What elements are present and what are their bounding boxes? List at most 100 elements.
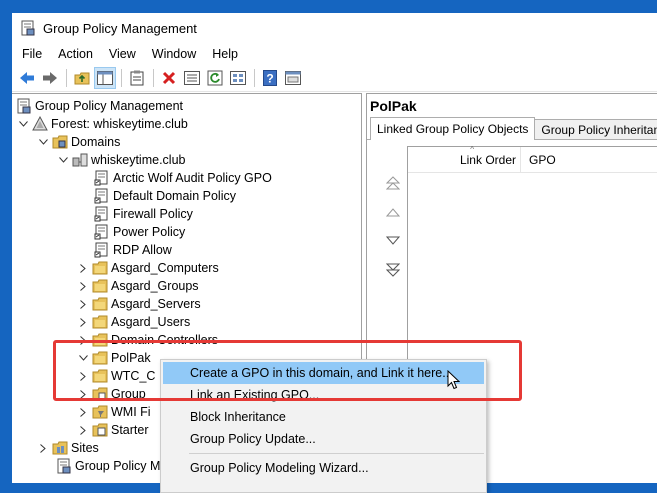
title-bar: Group Policy Management [12,13,657,43]
properties-icon [130,70,144,86]
chevron-right-icon[interactable] [76,333,90,347]
tree-label-ou: Group [111,387,146,401]
chevron-down-icon[interactable] [56,153,70,167]
tree-node-ou[interactable]: Asgard_Groups [76,277,199,295]
tree-node-ou[interactable]: Asgard_Users [76,313,190,331]
tree-node-gpo-link[interactable]: Power Policy [94,223,185,241]
forward-button[interactable] [39,67,61,89]
tree-label-ou: Asgard_Servers [111,297,201,311]
tree-node-starter-gpos[interactable]: Starter [76,421,149,439]
tree-node-ou[interactable]: Asgard_Servers [76,295,201,313]
tree-node-ou-polpak[interactable]: PolPak [76,349,151,367]
move-down-button[interactable] [383,231,403,251]
tree-node-root[interactable]: Group Policy Management [16,97,183,115]
tab-linked-gpos[interactable]: Linked Group Policy Objects [370,117,536,140]
up-folder-button[interactable] [71,67,93,89]
tree-node-domain[interactable]: whiskeytime.club [56,151,185,169]
tree-node-wmi-filters[interactable]: WMI Fi [76,403,151,421]
menu-view[interactable]: View [101,47,144,61]
menu-help[interactable]: Help [204,47,246,61]
details-button[interactable] [181,67,203,89]
ou-folder-icon [92,315,108,329]
console-button[interactable] [282,67,304,89]
export-button[interactable] [227,67,249,89]
help-button[interactable]: ? [259,67,281,89]
menu-item-block-inheritance[interactable]: Block Inheritance [161,406,486,428]
wmi-folder-icon [92,405,108,419]
tree-label-ou: PolPak [111,351,151,365]
tree-node-sites[interactable]: Sites [36,439,99,457]
column-label: Link Order [459,152,516,167]
move-up-button[interactable] [383,202,403,222]
menu-file[interactable]: File [14,47,50,61]
refresh-button[interactable] [204,67,226,89]
chevron-right-icon[interactable] [76,405,90,419]
tree-label-gpo: Power Policy [113,225,186,239]
chevron-right-icon[interactable] [76,315,90,329]
domain-icon [72,153,88,167]
show-tree-button[interactable] [94,67,116,89]
menu-item-link-existing-gpo[interactable]: Link an Existing GPO... [161,384,486,406]
window-title: Group Policy Management [43,20,197,36]
modeling-icon [57,458,71,474]
chevron-right-icon[interactable] [76,387,90,401]
tree-node-gpo-link[interactable]: Arctic Wolf Audit Policy GPO [94,169,272,187]
chevron-right-icon[interactable] [76,297,90,311]
down-arrow-icon [386,236,400,245]
chevron-right-icon[interactable] [76,279,90,293]
toolbar-separator [153,69,154,87]
details-icon [184,71,200,85]
column-header-gpo[interactable]: GPO [520,146,556,173]
tree-node-gpo-link[interactable]: Default Domain Policy [94,187,236,205]
chevron-right-icon[interactable] [76,423,90,437]
delete-button[interactable] [158,67,180,89]
gpo-link-icon [94,206,108,222]
show-tree-icon [97,71,113,85]
menu-item-modeling-wizard[interactable]: Group Policy Modeling Wizard... [161,457,486,479]
back-button[interactable] [16,67,38,89]
column-label: GPO [529,152,556,167]
tree-label-modeling: Group Policy M [75,459,161,473]
chevron-right-icon[interactable] [76,261,90,275]
gpmc-root-icon [17,98,31,114]
menu-action[interactable]: Action [50,47,101,61]
chevron-down-icon[interactable] [16,117,30,131]
tree-node-gpo-link[interactable]: RDP Allow [94,241,172,259]
tree-label-ou: Starter [111,423,149,437]
chevron-down-icon[interactable] [36,135,50,149]
gpo-link-icon [94,170,108,186]
move-bottom-button[interactable] [383,260,403,280]
tree-node-gpo-link[interactable]: Firewall Policy [94,205,193,223]
tree-label-sites: Sites [71,441,99,455]
forest-icon [32,116,48,131]
details-title: PolPak [367,94,657,118]
mouse-pointer-icon [447,370,460,390]
tab-inheritance[interactable]: Group Policy Inheritance [534,119,657,139]
toolbar-separator [66,69,67,87]
chevron-right-icon[interactable] [36,441,50,455]
tree-label-ou: WTC_C [111,369,156,383]
chevron-right-icon[interactable] [76,369,90,383]
tree-label-ou: WMI Fi [111,405,151,419]
menu-item-group-policy-update[interactable]: Group Policy Update... [161,428,486,450]
back-icon [20,72,34,84]
tree-node-ou[interactable]: WTC_C [76,367,155,385]
tree-node-ou[interactable]: Domain Controllers [76,331,218,349]
list-header: ^ Link Order GPO [408,145,657,173]
tree-node-group-policy-objects[interactable]: Group [76,385,146,403]
tree-node-forest[interactable]: Forest: whiskeytime.club [16,115,188,133]
menu-window[interactable]: Window [144,47,204,61]
chevron-down-icon[interactable] [76,351,90,365]
sites-icon [52,441,68,455]
menu-separator [189,453,484,454]
column-header-link-order[interactable]: ^ Link Order [408,145,520,167]
move-top-button[interactable] [383,173,403,193]
starter-folder-icon [92,423,108,437]
tree-node-ou[interactable]: Asgard_Computers [76,259,219,277]
properties-button[interactable] [126,67,148,89]
double-down-arrow-icon [386,263,400,277]
double-up-arrow-icon [386,176,400,190]
tree-node-modeling[interactable]: Group Policy M [56,457,160,475]
tree-node-domains[interactable]: Domains [36,133,120,151]
menu-item-create-gpo-link[interactable]: Create a GPO in this domain, and Link it… [163,362,484,384]
